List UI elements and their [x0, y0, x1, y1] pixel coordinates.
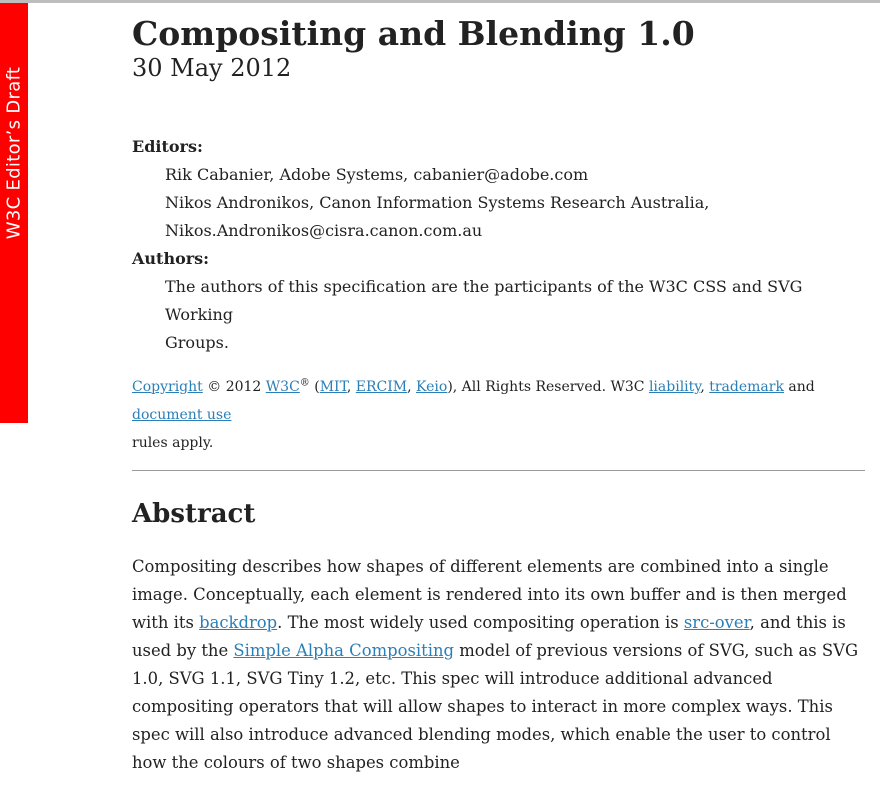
copyright-text: rules apply. — [132, 435, 214, 451]
document-use-link[interactable]: document use — [132, 407, 231, 423]
editors-label: Editors: — [132, 137, 203, 156]
copyright-text: ), All Rights Reserved. W3C — [447, 379, 649, 395]
src-over-link[interactable]: src-over — [684, 613, 750, 632]
authors-line: The authors of this specification are th… — [165, 277, 803, 324]
abstract-paragraph: Compositing describes how shapes of diff… — [132, 553, 867, 777]
copyright-text: , — [700, 379, 710, 395]
backdrop-link[interactable]: backdrop — [199, 613, 277, 632]
copyright-text: ( — [309, 379, 320, 395]
top-border — [0, 0, 880, 3]
registered-mark: ® — [299, 377, 310, 389]
editor-entry: Nikos Andronikos, Canon Information Syst… — [165, 193, 710, 212]
copyright-notice: Copyright © 2012 W3C® (MIT, ERCIM, Keio)… — [132, 373, 867, 457]
authors-line: Groups. — [165, 333, 229, 352]
editor-entry: Rik Cabanier, Adobe Systems, cabanier@ad… — [165, 165, 589, 184]
abstract-heading: Abstract — [132, 499, 256, 529]
copyright-text: , — [346, 379, 356, 395]
copyright-year: © 2012 — [202, 379, 266, 395]
copyright-text: and — [783, 379, 815, 395]
w3c-link[interactable]: W3C — [266, 379, 300, 395]
copyright-text: , — [407, 379, 417, 395]
simple-alpha-compositing-link[interactable]: Simple Alpha Compositing — [233, 641, 454, 660]
editor-email: Nikos.Andronikos@cisra.canon.com.au — [165, 221, 483, 240]
liability-link[interactable]: liability — [649, 379, 700, 395]
authors-label: Authors: — [132, 249, 210, 268]
ercim-link[interactable]: ERCIM — [356, 379, 407, 395]
spec-header: Compositing and Blending 1.0 30 May 2012… — [132, 12, 867, 793]
copyright-link[interactable]: Copyright — [132, 379, 203, 395]
editors-draft-label: W3C Editor’s Draft — [3, 66, 25, 240]
page-title: Compositing and Blending 1.0 — [132, 14, 695, 53]
section-divider — [132, 470, 865, 471]
authors-text: The authors of this specification are th… — [165, 273, 867, 357]
spec-metadata: Editors: Rik Cabanier, Adobe Systems, ca… — [132, 133, 867, 357]
editors-draft-badge[interactable]: W3C Editor’s Draft — [0, 3, 28, 423]
publication-date: 30 May 2012 — [132, 54, 292, 82]
keio-link[interactable]: Keio — [416, 379, 447, 395]
abstract-text: model of previous versions of SVG, such … — [132, 641, 859, 772]
trademark-link[interactable]: trademark — [709, 379, 784, 395]
abstract-text: . The most widely used compositing opera… — [277, 613, 684, 632]
mit-link[interactable]: MIT — [320, 379, 347, 395]
